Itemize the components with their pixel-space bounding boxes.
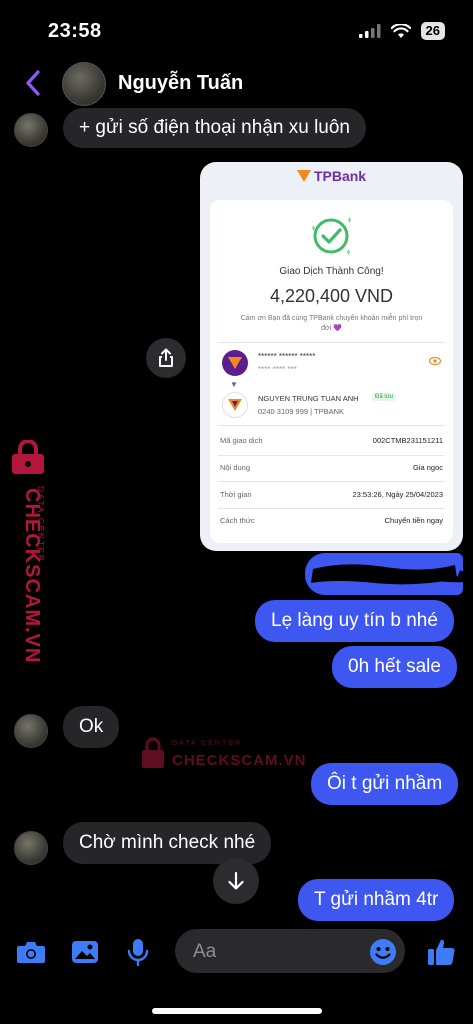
receiver-name: NGUYEN TRUNG TUAN ANH <box>258 394 359 403</box>
battery-indicator: 26 <box>420 22 445 40</box>
redacted-message[interactable] <box>305 553 463 595</box>
camera-icon <box>17 942 45 963</box>
chat-header: Nguyễn Tuấn <box>0 60 473 110</box>
status-icons: 26 <box>358 22 445 40</box>
sender-bank-logo <box>222 350 248 376</box>
transaction-amount: 4,220,400 VND <box>269 286 394 306</box>
emoji-icon <box>370 939 396 965</box>
redaction-scribble <box>311 564 463 585</box>
signal-icon <box>358 24 381 38</box>
transfer-arrow-icon: ▼ <box>230 380 238 389</box>
transaction-status: Giao Dịch Thành Công! <box>279 266 384 277</box>
watermark-side: CHECKSCAM.VN DATA CENTER <box>4 440 52 663</box>
detail-row-method: Cách thức Chuyển tiền ngay <box>220 516 443 525</box>
tpbank-logo-icon <box>296 170 311 182</box>
voice-button[interactable] <box>121 935 155 969</box>
sender-name-masked: **** **** *** <box>258 365 297 374</box>
watermark-text: CHECKSCAM.VN <box>172 752 307 769</box>
receiver-bank-logo <box>222 392 248 418</box>
message-composer: Aa <box>0 925 473 979</box>
sender-avatar[interactable] <box>14 113 48 147</box>
divider <box>218 481 445 482</box>
thank-you-note: Cám ơn Bạn đã cùng TPBank chuyển khoản m… <box>240 315 423 332</box>
scroll-to-bottom-button[interactable] <box>213 858 259 904</box>
camera-button[interactable] <box>14 935 48 969</box>
like-button[interactable] <box>424 935 458 969</box>
message-outgoing[interactable]: T gửi nhầm 4tr <box>298 879 455 921</box>
gallery-button[interactable] <box>68 935 102 969</box>
lock-icon <box>12 440 44 474</box>
watermark-subtext: DATA CENTER <box>172 740 242 747</box>
success-check-icon <box>312 217 351 255</box>
home-indicator <box>152 1008 322 1014</box>
message-incoming[interactable]: + gửi số điện thoại nhận xu luôn <box>63 108 367 148</box>
back-chevron-icon <box>26 70 40 96</box>
share-button[interactable] <box>146 338 186 378</box>
status-bar: 23:58 26 <box>0 0 473 60</box>
divider <box>218 342 445 343</box>
wifi-icon <box>390 23 411 38</box>
detail-row-time: Thời gian 23:53:26, Ngày 25/04/2023 <box>220 490 443 499</box>
watermark-middle: DATA CENTER CHECKSCAM.VN <box>140 734 306 774</box>
contact-avatar[interactable] <box>62 62 106 106</box>
message-outgoing[interactable]: Ôi t gửi nhầm <box>311 763 459 805</box>
sender-account-masked: ****** ****** ***** <box>258 352 316 361</box>
share-icon <box>159 348 173 367</box>
back-button[interactable] <box>18 68 48 98</box>
saved-badge: Đã lưu <box>372 393 397 401</box>
divider <box>218 455 445 456</box>
transfer-receipt-image[interactable]: TPBank Giao Dịch Thành Công! 4,220,400 V… <box>200 162 463 551</box>
detail-row-content: Nội dung Gia ngoc <box>220 463 443 472</box>
tpbank-logo-icon <box>228 357 242 369</box>
message-input-placeholder: Aa <box>193 941 217 962</box>
message-outgoing[interactable]: Lẹ làng uy tín b nhé <box>255 600 454 642</box>
emoji-button[interactable] <box>366 935 400 969</box>
contact-name[interactable]: Nguyễn Tuấn <box>118 72 243 95</box>
divider <box>218 425 445 426</box>
detail-row-transaction-id: Mã giao dịch 002CTMB231151211 <box>220 436 443 445</box>
message-outgoing[interactable]: 0h hết sale <box>332 646 457 688</box>
divider <box>218 508 445 509</box>
message-incoming[interactable]: Ok <box>63 706 120 748</box>
status-time: 23:58 <box>48 20 102 42</box>
receiver-account: 0240 3109 999 | TPBANK <box>258 407 345 416</box>
sender-avatar[interactable] <box>14 831 48 865</box>
tpbank-logo-icon <box>228 399 242 411</box>
bank-logo: TPBank <box>200 168 463 184</box>
receipt-card: Giao Dịch Thành Công! 4,220,400 VND Cám … <box>210 200 453 543</box>
lock-icon <box>142 737 164 768</box>
eye-icon <box>429 357 441 365</box>
image-icon <box>72 941 98 963</box>
microphone-icon <box>127 939 149 966</box>
sender-avatar[interactable] <box>14 714 48 748</box>
chevron-down-icon <box>228 871 244 890</box>
thumbs-up-icon <box>428 939 455 965</box>
watermark-subtext: DATA CENTER <box>36 486 45 563</box>
